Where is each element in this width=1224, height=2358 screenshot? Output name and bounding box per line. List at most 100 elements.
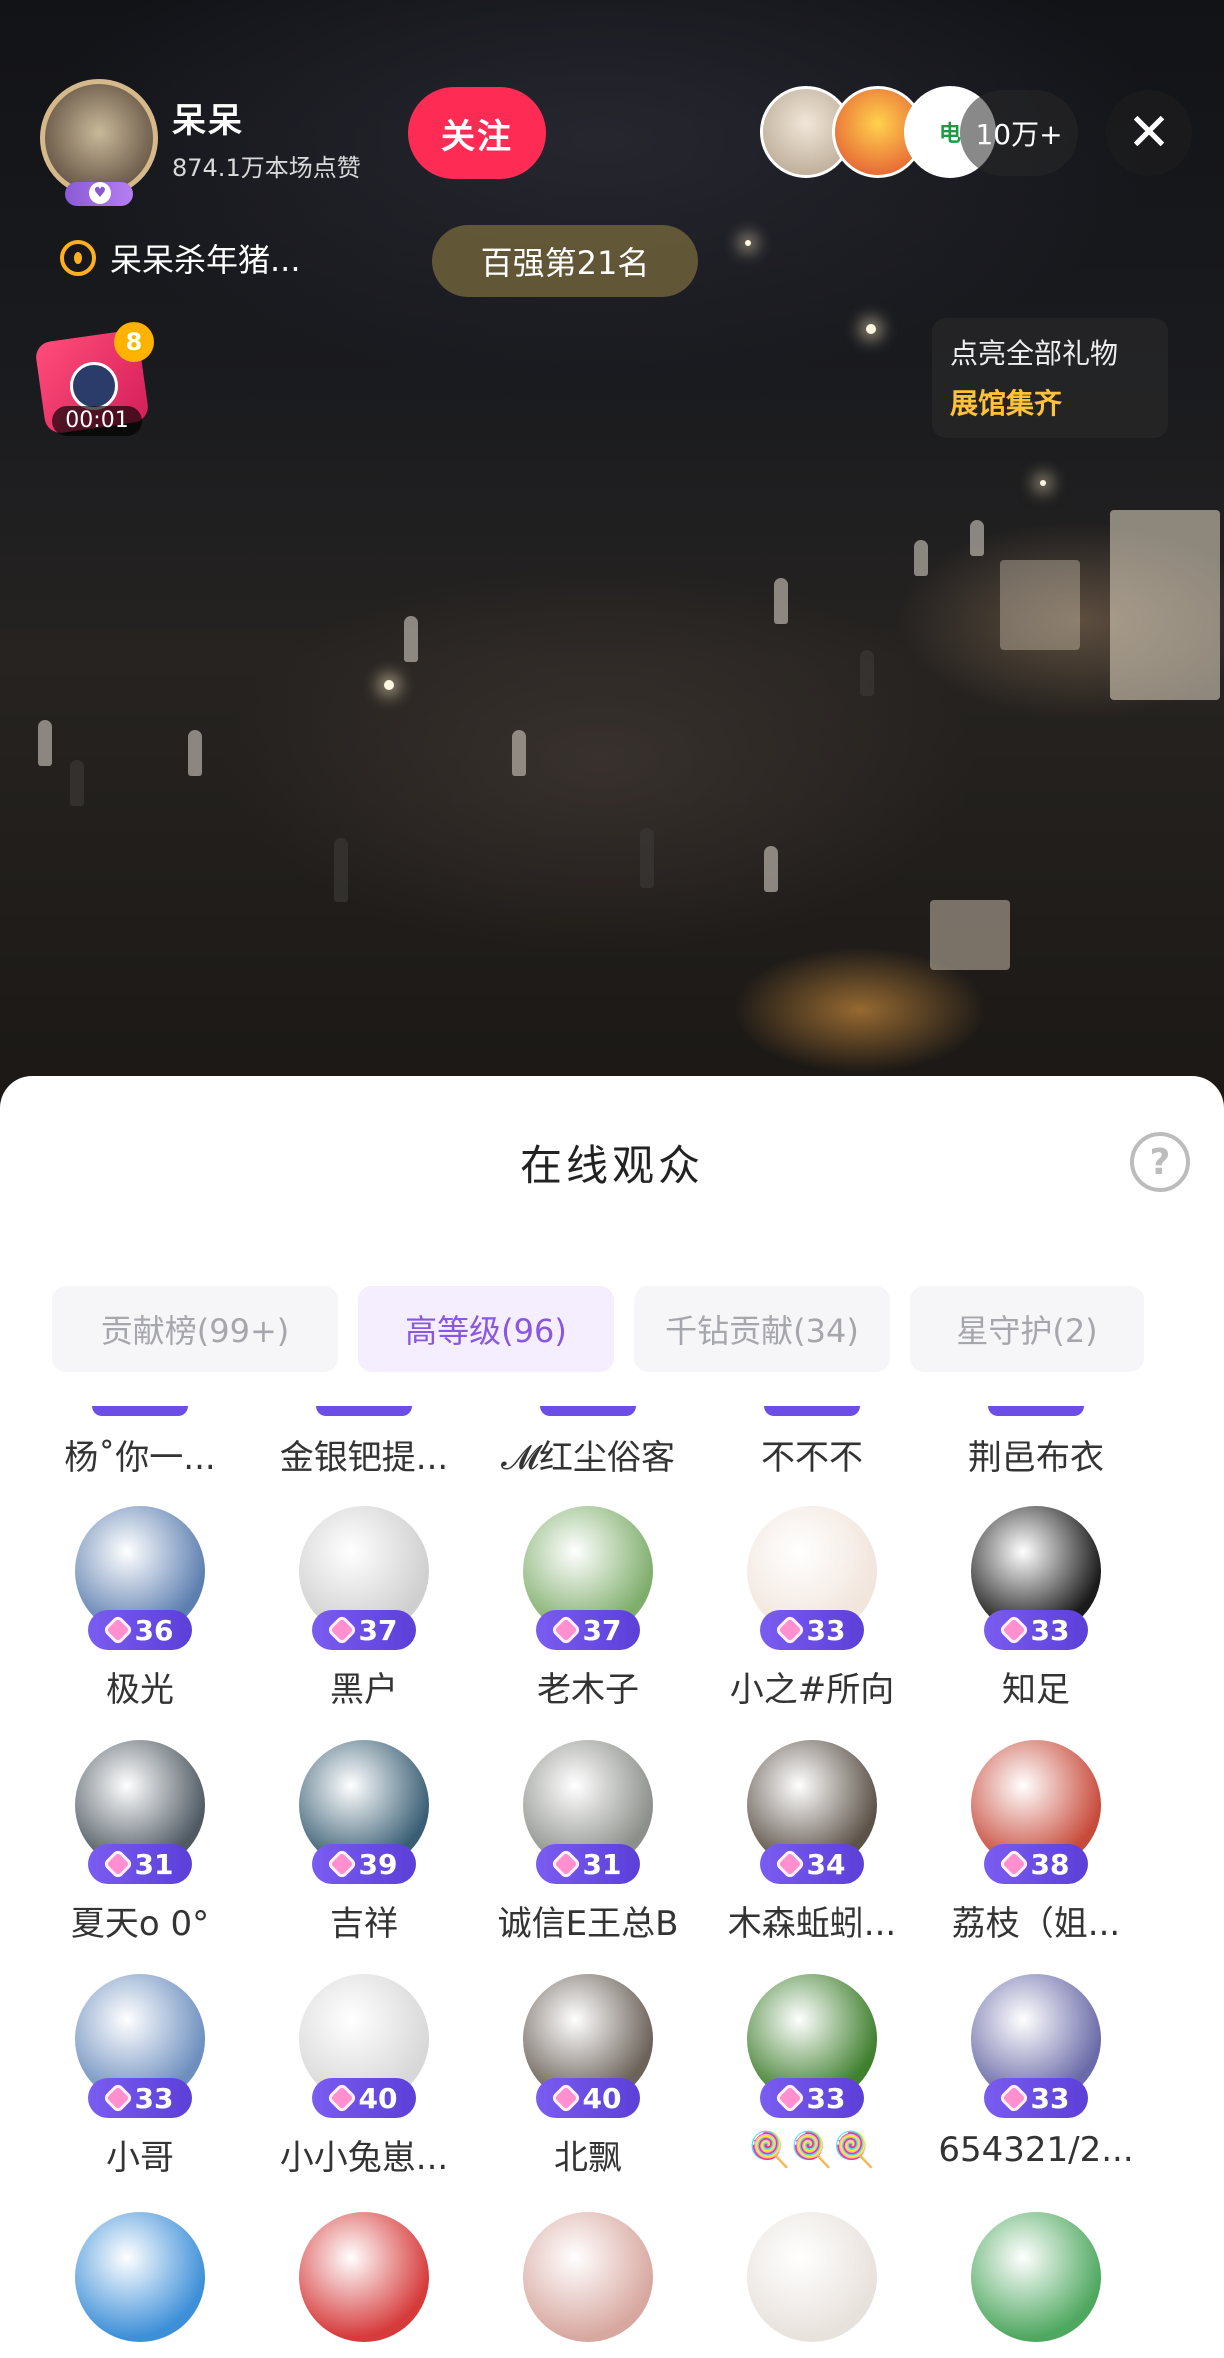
audience-item[interactable] [30, 2212, 250, 2342]
host-profile[interactable]: ♥ 呆呆 874.1万本场点赞 [40, 78, 361, 206]
gem-icon [997, 2082, 1030, 2114]
audience-avatar[interactable]: 40 [523, 1974, 653, 2118]
audience-item[interactable]: 31 诚信E王总B [478, 1740, 698, 1945]
level-badge: 37 [536, 1610, 640, 1650]
audience-avatar[interactable]: 36 [75, 1506, 205, 1650]
audience-item[interactable]: 37 黑户 [254, 1506, 474, 1711]
host-like-count: 874.1万本场点赞 [172, 154, 361, 182]
audience-avatar[interactable]: 39 [299, 1740, 429, 1884]
audience-item[interactable]: 39 吉祥 [254, 1740, 474, 1945]
sheet-title: 在线观众 [519, 1141, 704, 1190]
gem-icon [325, 1614, 358, 1646]
follow-button[interactable]: 关注 [408, 87, 546, 179]
globe-icon [70, 362, 118, 410]
level-number: 34 [806, 1847, 846, 1881]
audience-avatar[interactable]: 38 [971, 1740, 1101, 1884]
level-badge: 33 [984, 1610, 1088, 1650]
audience-item[interactable]: 荆邑布衣 [926, 1406, 1146, 1479]
rank-badge[interactable]: 百强第21名 [432, 225, 698, 297]
gem-icon [773, 1614, 806, 1646]
tab-star-guardian[interactable]: 星守护(2) [910, 1286, 1144, 1372]
audience-name: 知足 [1002, 1670, 1070, 1710]
audience-avatar[interactable]: 33 [971, 1506, 1101, 1650]
level-number: 31 [582, 1847, 622, 1881]
audience-item[interactable]: 31 夏天o 0° [30, 1740, 250, 1945]
audience-name: 小之#所向 [729, 1670, 895, 1710]
tab-contribution[interactable]: 贡献榜(99+) [52, 1286, 338, 1372]
gem-icon [101, 1848, 134, 1880]
audience-item[interactable]: 34 木森蚯蚓... [702, 1740, 922, 1945]
level-number: 33 [1030, 1613, 1070, 1647]
level-badge: 33 [760, 2078, 864, 2118]
audience-avatar[interactable]: 34 [747, 1740, 877, 1884]
audience-item[interactable]: 33 654321/2... [926, 1974, 1146, 2170]
help-icon[interactable]: ? [1130, 1132, 1190, 1192]
gift-gallery-card[interactable]: 点亮全部礼物 展馆集齐 [932, 318, 1168, 438]
audience-name: 金银钯提... [279, 1438, 449, 1478]
level-badge: 31 [88, 1844, 192, 1884]
audience-name: 极光 [106, 1670, 174, 1710]
audience-avatar[interactable]: 37 [299, 1506, 429, 1650]
audience-avatar[interactable]: 31 [75, 1740, 205, 1884]
level-badge [316, 1406, 412, 1416]
level-badge [540, 1406, 636, 1416]
gem-icon [997, 1848, 1030, 1880]
audience-avatar[interactable]: 37 [523, 1506, 653, 1650]
audience-item[interactable]: 𝓜红尘俗客 [478, 1406, 698, 1479]
level-badge: 33 [984, 2078, 1088, 2118]
audience-avatar[interactable]: 33 [747, 1974, 877, 2118]
audience-avatar[interactable]: 33 [75, 1974, 205, 2118]
online-viewer-count[interactable]: 10万+ [960, 90, 1078, 176]
audience-avatar[interactable] [523, 2212, 653, 2342]
level-badge: 40 [312, 2078, 416, 2118]
audience-avatar[interactable]: 31 [523, 1740, 653, 1884]
audience-item[interactable]: 33 知足 [926, 1506, 1146, 1711]
audience-item[interactable]: 40 北飘 [478, 1974, 698, 2179]
host-avatar[interactable]: ♥ [40, 79, 158, 206]
audience-avatar[interactable]: 33 [971, 1974, 1101, 2118]
level-badge: 38 [984, 1844, 1088, 1884]
tab-high-level[interactable]: 高等级(96) [358, 1286, 614, 1372]
gem-icon [773, 2082, 806, 2114]
tab-diamond-contribution[interactable]: 千钻贡献(34) [634, 1286, 890, 1372]
gallery-card-link: 展馆集齐 [950, 387, 1063, 420]
level-badge: 40 [536, 2078, 640, 2118]
audience-item[interactable] [254, 2212, 474, 2342]
level-number: 37 [358, 1613, 398, 1647]
audience-avatar[interactable] [299, 2212, 429, 2342]
level-badge: 33 [88, 2078, 192, 2118]
level-number: 40 [358, 2081, 398, 2115]
audience-avatar[interactable]: 40 [299, 1974, 429, 2118]
audience-item[interactable] [926, 2212, 1146, 2342]
audience-item[interactable] [478, 2212, 698, 2342]
flame-icon [60, 240, 96, 276]
audience-item[interactable]: 杨˚你一... [30, 1406, 250, 1479]
audience-item[interactable]: 不不不 [702, 1406, 922, 1479]
audience-avatar[interactable] [971, 2212, 1101, 2342]
audience-name: 黑户 [330, 1670, 398, 1710]
audience-name: 诚信E王总B [497, 1904, 679, 1944]
audience-item[interactable]: 33 小哥 [30, 1974, 250, 2179]
audience-item[interactable] [702, 2212, 922, 2342]
gift-countdown[interactable]: 8 00:01 [34, 322, 154, 440]
audience-name: 𝓜红尘俗客 [500, 1438, 676, 1478]
audience-item[interactable]: 37 老木子 [478, 1506, 698, 1711]
audience-avatar[interactable] [747, 2212, 877, 2342]
gem-icon [101, 1614, 134, 1646]
level-number: 33 [806, 2081, 846, 2115]
audience-item[interactable]: 金银钯提... [254, 1406, 474, 1479]
audience-item[interactable]: 40 小小兔崽... [254, 1974, 474, 2179]
close-icon[interactable]: ✕ [1106, 90, 1192, 176]
audience-avatar[interactable]: 33 [747, 1506, 877, 1650]
level-badge: 33 [760, 1610, 864, 1650]
audience-item[interactable]: 38 荔枝（姐... [926, 1740, 1146, 1945]
audience-item[interactable]: 33 小之#所向 [702, 1506, 922, 1711]
audience-item[interactable]: 36 极光 [30, 1506, 250, 1711]
level-badge [988, 1406, 1084, 1416]
level-badge: 31 [536, 1844, 640, 1884]
audience-item[interactable]: 33 🍭🍭🍭 [702, 1974, 922, 2170]
gift-count-badge: 8 [114, 322, 154, 362]
fan-group-tag[interactable]: 呆呆杀年猪... [60, 228, 301, 288]
gem-icon [549, 1848, 582, 1880]
audience-avatar[interactable] [75, 2212, 205, 2342]
